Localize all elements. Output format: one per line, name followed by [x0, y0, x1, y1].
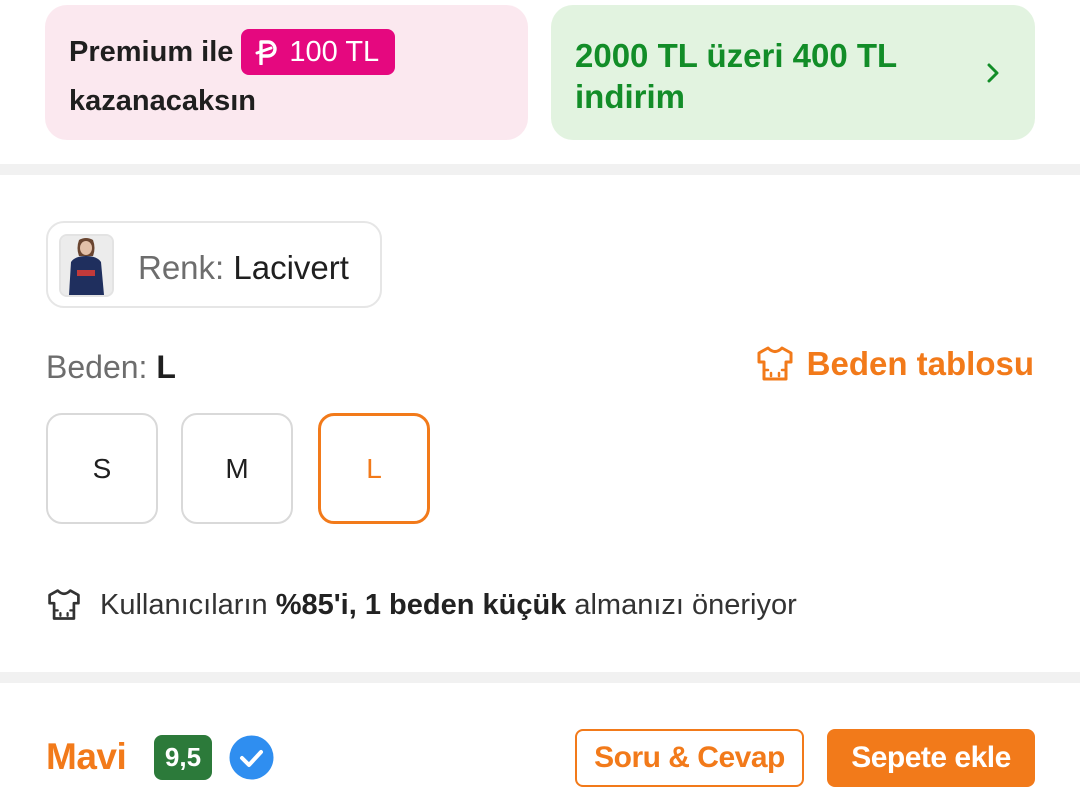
- seller-score-badge: 9,5: [154, 735, 212, 780]
- discount-promo-text: 2000 TL üzeri 400 TL indirim: [575, 37, 897, 115]
- size-option-l[interactable]: L: [318, 413, 430, 524]
- product-options-page: Premium ile 100 TL kazanacaksın 2000 TL …: [0, 0, 1080, 809]
- size-label-key: Beden:: [46, 349, 148, 385]
- premium-amount-badge: 100 TL: [241, 29, 396, 75]
- color-thumbnail: [59, 234, 114, 297]
- chevron-right-icon: [987, 63, 999, 83]
- section-divider: [0, 164, 1080, 175]
- premium-promo-prefix: Premium ile: [69, 35, 234, 68]
- selected-size-value: L: [156, 349, 176, 385]
- shirt-icon: [757, 346, 793, 381]
- product-thumbnail-image: [61, 236, 112, 295]
- fit-recommendation: Kullanıcıların %85'i, 1 beden küçük alma…: [46, 587, 797, 623]
- fit-note-prefix: Kullanıcıların: [100, 588, 268, 621]
- color-option-chip[interactable]: Renk: Lacivert: [46, 221, 382, 308]
- premium-amount: 100 TL: [289, 35, 380, 68]
- premium-promo-suffix: kazanacaksın: [69, 85, 257, 117]
- size-chart-label: Beden tablosu: [806, 345, 1034, 382]
- color-label-key: Renk:: [138, 249, 225, 286]
- size-option-s[interactable]: S: [46, 413, 158, 524]
- size-label: Beden: L: [46, 349, 176, 386]
- fit-note-suffix: almanızı öneriyor: [574, 588, 797, 621]
- add-to-cart-button[interactable]: Sepete ekle: [827, 729, 1035, 787]
- premium-coin-icon: [255, 40, 278, 65]
- color-label: Renk: Lacivert: [138, 249, 349, 287]
- section-divider: [0, 672, 1080, 683]
- shirt-icon: [48, 589, 80, 620]
- brand-name[interactable]: Mavi: [46, 736, 127, 778]
- discount-promo-card[interactable]: 2000 TL üzeri 400 TL indirim: [551, 5, 1035, 140]
- premium-promo-line: Premium ile 100 TL: [69, 29, 396, 75]
- question-answer-button[interactable]: Soru & Cevap: [575, 729, 804, 787]
- color-value: Lacivert: [233, 249, 349, 286]
- premium-promo-card: Premium ile 100 TL kazanacaksın: [45, 5, 528, 140]
- verified-check-icon: [229, 735, 274, 780]
- size-option-m[interactable]: M: [181, 413, 293, 524]
- size-chart-link[interactable]: Beden tablosu: [755, 344, 1034, 384]
- fit-note-highlight: %85'i, 1 beden küçük: [275, 588, 567, 621]
